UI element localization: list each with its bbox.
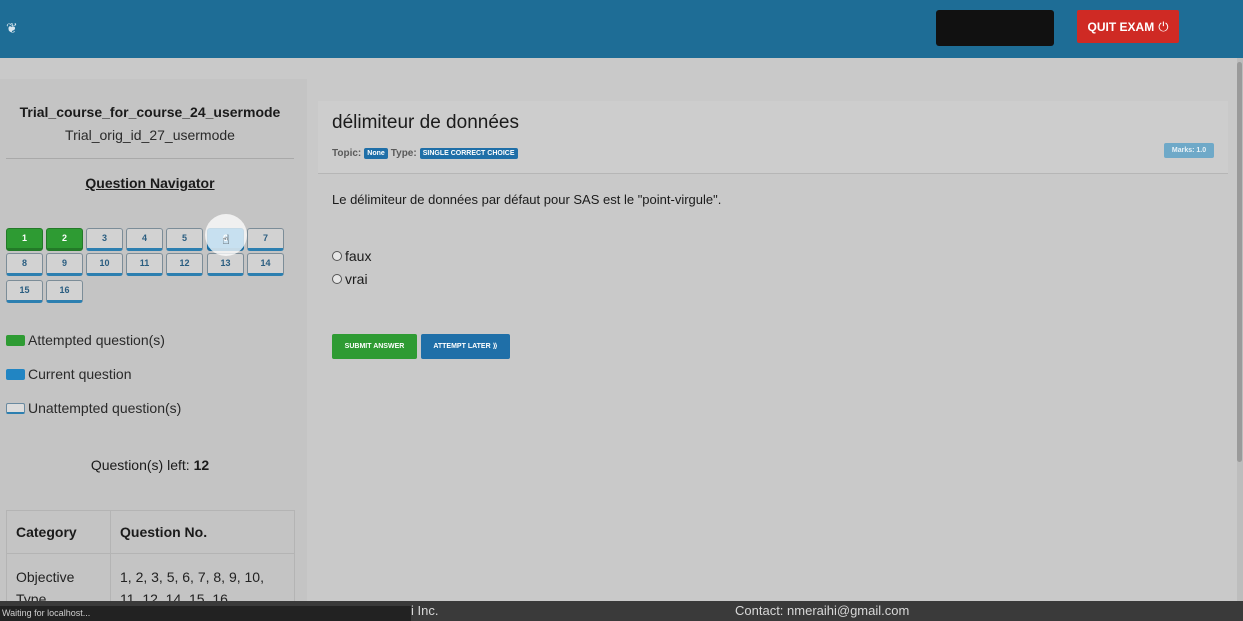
category-table: Category Question No. Objective Type 1, … bbox=[6, 510, 295, 601]
navigator-title: Question Navigator bbox=[85, 175, 215, 191]
legend-attempted-label: Attempted question(s) bbox=[28, 332, 165, 348]
leaf-logo-icon[interactable]: ❦ bbox=[6, 18, 18, 38]
type-badge: SINGLE CORRECT CHOICE bbox=[419, 148, 518, 159]
question-button-5[interactable]: 5 bbox=[166, 228, 203, 251]
current-swatch bbox=[6, 368, 25, 380]
course-title: Trial_course_for_course_24_usermode bbox=[19, 104, 281, 120]
legend-unattempted-label: Unattempted question(s) bbox=[28, 400, 182, 416]
browser-status-bar: Waiting for localhost... bbox=[0, 606, 411, 621]
question-button-4[interactable]: 4 bbox=[126, 228, 163, 251]
option-vrai[interactable]: vrai bbox=[332, 271, 368, 287]
attempted-swatch bbox=[6, 334, 25, 346]
skip-icon: ⟫ bbox=[492, 343, 498, 350]
question-button-11[interactable]: 11 bbox=[126, 253, 163, 276]
radio-vrai[interactable] bbox=[332, 274, 342, 284]
course-subtitle: Trial_orig_id_27_usermode bbox=[65, 127, 235, 143]
question-button-16[interactable]: 16 bbox=[46, 280, 83, 303]
legend-unattempted: Unattempted question(s) bbox=[6, 400, 181, 416]
quit-exam-label: QUIT EXAM bbox=[1087, 19, 1155, 34]
question-button-7[interactable]: 7 bbox=[247, 228, 284, 251]
table-row: Objective Type 1, 2, 3, 5, 6, 7, 8, 9, 1… bbox=[6, 553, 295, 601]
question-button-10[interactable]: 10 bbox=[86, 253, 123, 276]
marks-badge: Marks: 1.0 bbox=[1164, 143, 1214, 158]
question-button-8[interactable]: 8 bbox=[6, 253, 43, 276]
table-header-row: Category Question No. bbox=[6, 510, 295, 554]
category-cell: Objective Type bbox=[6, 553, 111, 601]
questions-left: Question(s) left: 12 bbox=[0, 457, 300, 473]
legend-current-label: Current question bbox=[28, 366, 132, 382]
question-button-15[interactable]: 15 bbox=[6, 280, 43, 303]
topic-badge: None bbox=[364, 148, 388, 159]
question-sidebar: Trial_course_for_course_24_usermode Tria… bbox=[0, 79, 307, 601]
question-button-14[interactable]: 14 bbox=[247, 253, 284, 276]
questions-left-count: 12 bbox=[193, 457, 210, 473]
question-button-1[interactable]: 1 bbox=[6, 228, 43, 251]
sidebar-divider bbox=[6, 158, 294, 159]
question-button-9[interactable]: 9 bbox=[46, 253, 83, 276]
submit-answer-button[interactable]: SUBMIT ANSWER bbox=[332, 334, 417, 359]
legend-attempted: Attempted question(s) bbox=[6, 332, 165, 348]
footer-contact: Contact: nmeraihi@gmail.com bbox=[735, 603, 910, 618]
attempt-later-label: ATTEMPT LATER bbox=[433, 343, 491, 350]
scrollbar-thumb[interactable] bbox=[1237, 62, 1242, 462]
question-button-13[interactable]: 13 bbox=[207, 253, 244, 276]
question-no-header: Question No. bbox=[110, 510, 295, 554]
hand-cursor-icon: ☝ bbox=[222, 232, 230, 247]
question-no-cell: 1, 2, 3, 5, 6, 7, 8, 9, 10, 11, 12, 14, … bbox=[110, 553, 295, 601]
legend-current: Current question bbox=[6, 366, 132, 382]
question-meta: Topic: None Type: SINGLE CORRECT CHOICE bbox=[332, 148, 518, 159]
question-text: Le délimiteur de données par défaut pour… bbox=[332, 192, 722, 207]
topic-label: Topic: bbox=[332, 148, 362, 159]
exam-timer bbox=[936, 10, 1054, 46]
question-divider bbox=[318, 173, 1228, 174]
top-bar: ❦ QUIT EXAM ⏻ bbox=[0, 0, 1243, 58]
option-vrai-label: vrai bbox=[345, 271, 368, 287]
quit-exam-button[interactable]: QUIT EXAM ⏻ bbox=[1077, 10, 1179, 43]
option-faux-label: faux bbox=[345, 248, 372, 264]
power-icon: ⏻ bbox=[1158, 18, 1169, 34]
option-faux[interactable]: faux bbox=[332, 248, 371, 264]
questions-left-label: Question(s) left: bbox=[90, 457, 190, 473]
type-label: Type: bbox=[390, 148, 417, 159]
category-header: Category bbox=[6, 510, 111, 554]
question-button-12[interactable]: 12 bbox=[166, 253, 203, 276]
footer-company: i Inc. bbox=[411, 603, 439, 618]
question-button-3[interactable]: 3 bbox=[86, 228, 123, 251]
question-title: délimiteur de données bbox=[332, 112, 519, 133]
attempt-later-button[interactable]: ATTEMPT LATER ⟫ bbox=[421, 334, 510, 359]
radio-faux[interactable] bbox=[332, 251, 342, 261]
unattempted-swatch bbox=[6, 402, 25, 414]
question-button-2[interactable]: 2 bbox=[46, 228, 83, 251]
